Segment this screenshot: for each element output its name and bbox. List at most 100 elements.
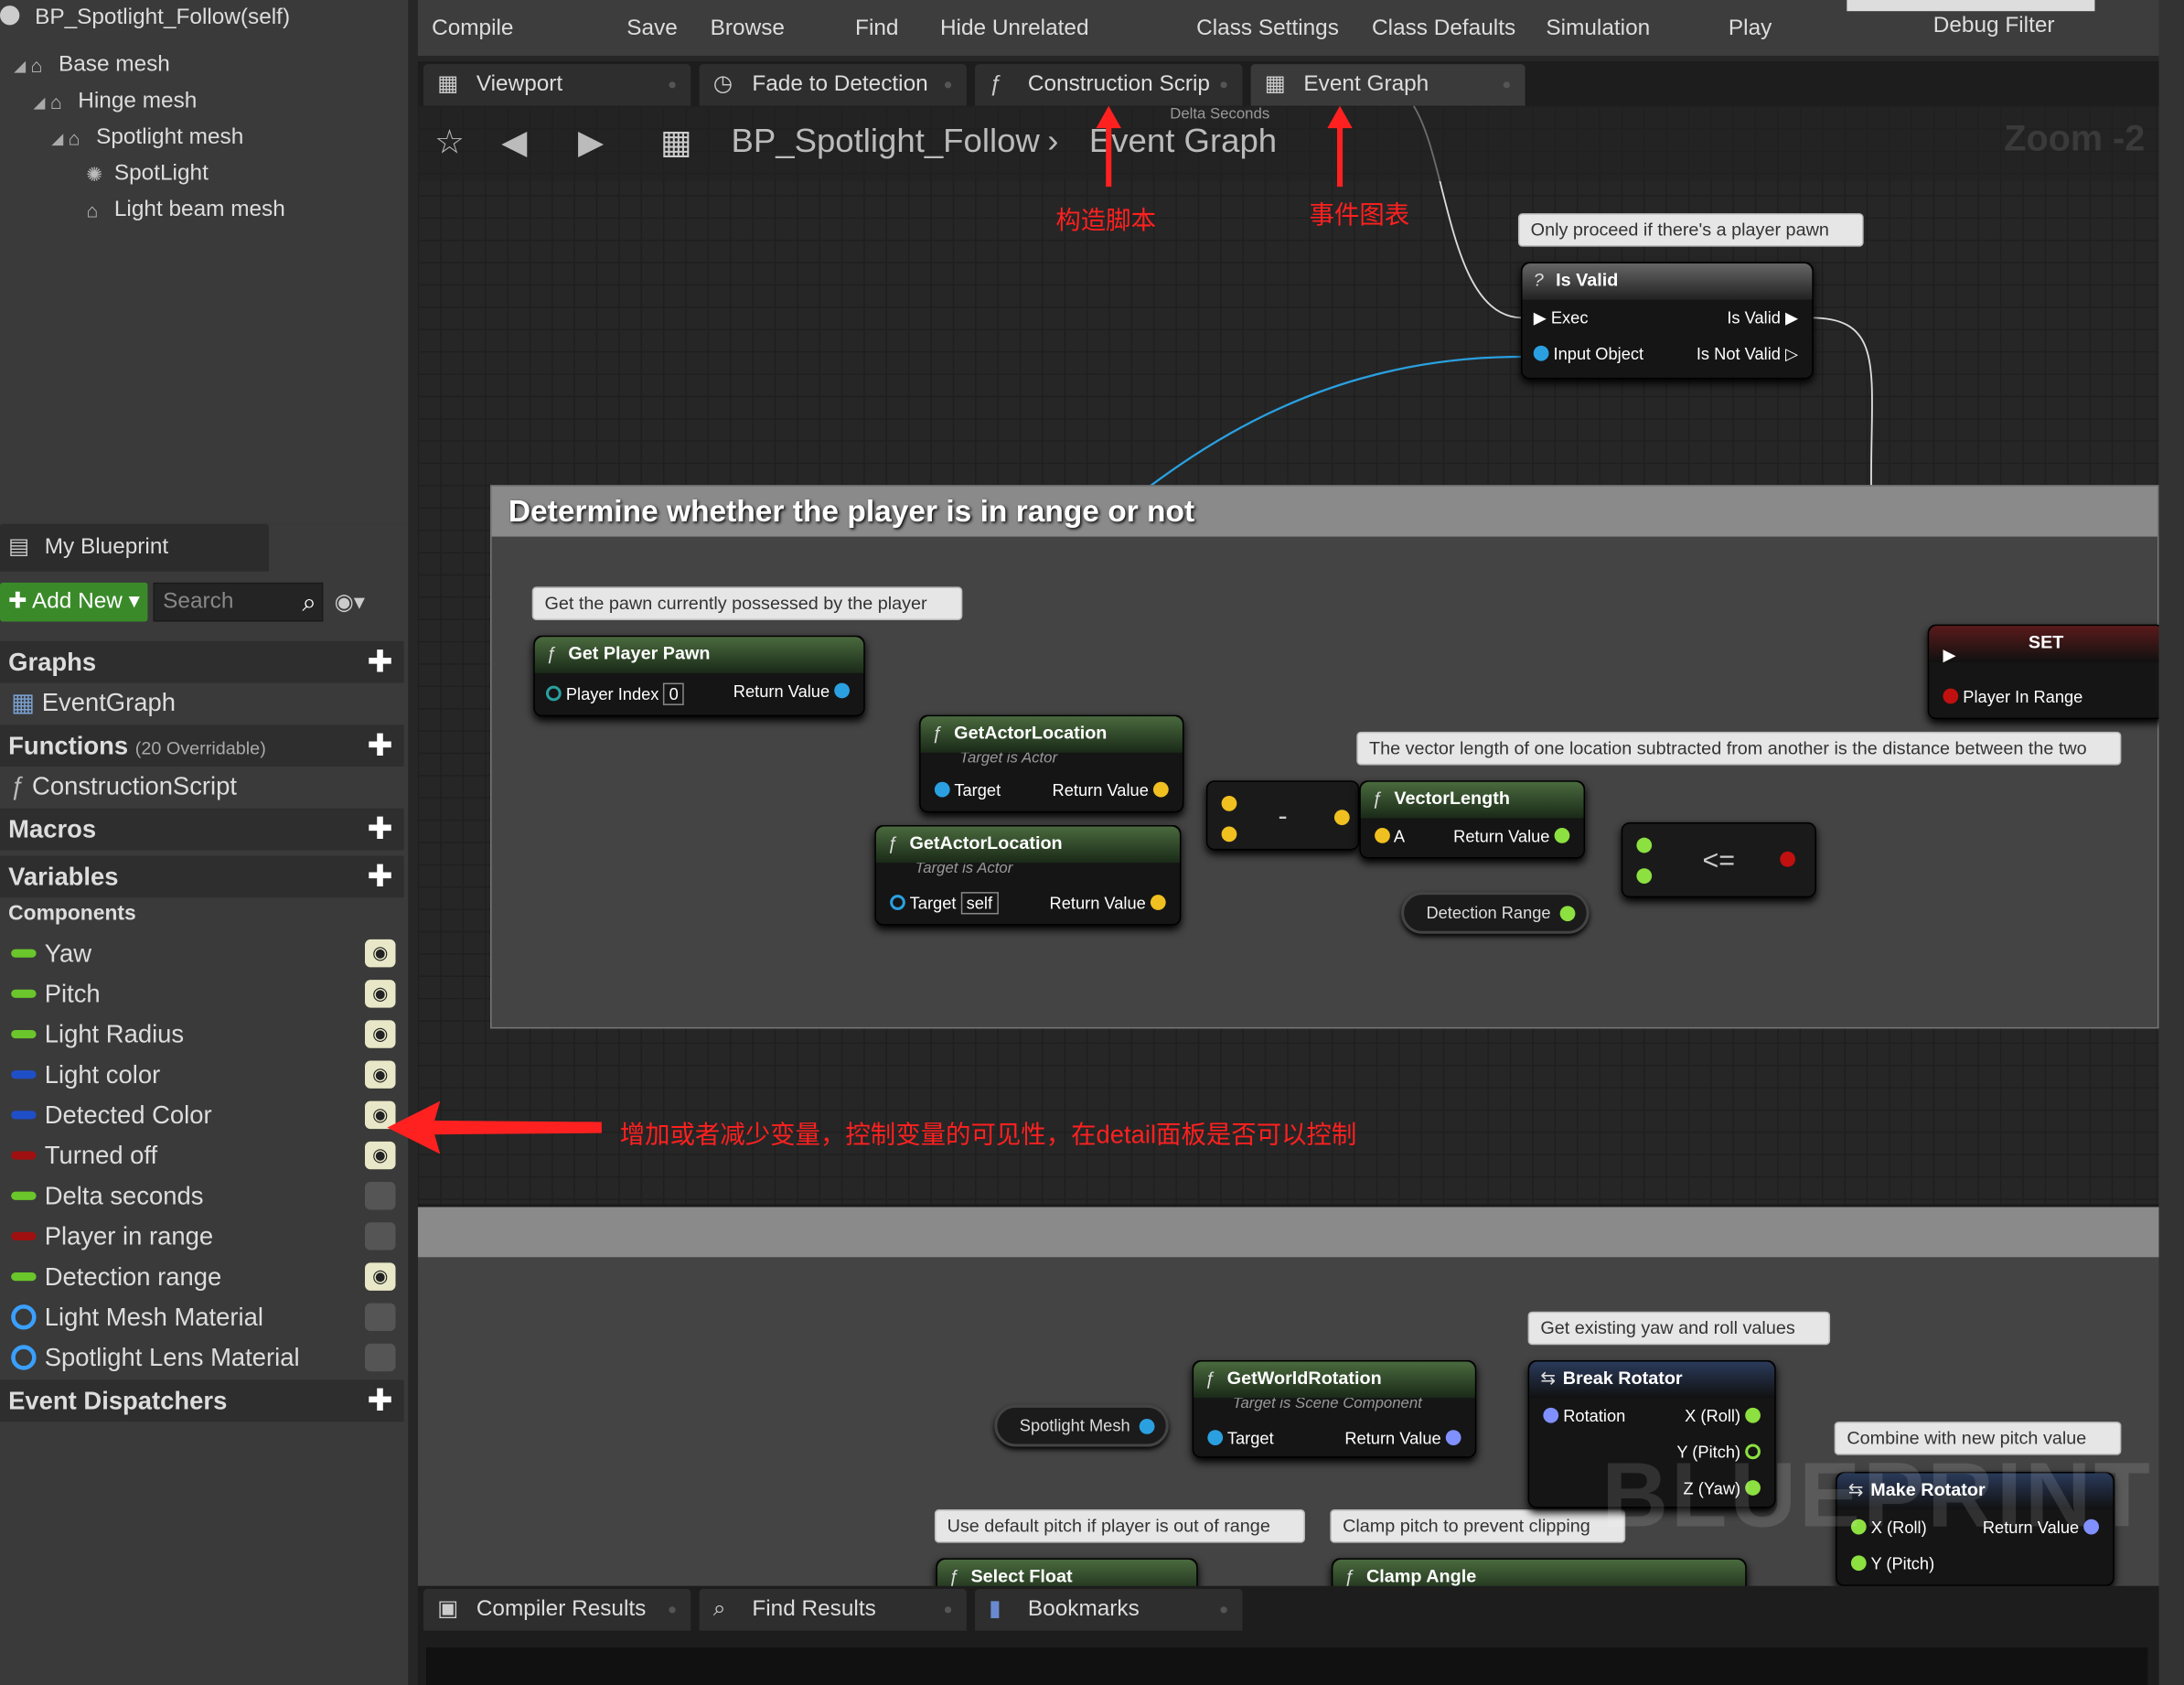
tab-find-results[interactable]: ⌕ Find Results ●	[699, 1588, 967, 1631]
find-button[interactable]: Find	[855, 16, 898, 41]
visibility-eye-icon[interactable]: ◉	[364, 1343, 396, 1372]
variable-item[interactable]: Light Mesh Material ◉	[0, 1297, 404, 1336]
add-variable-button[interactable]: ✚	[367, 855, 392, 897]
expand-icon[interactable]: ◢	[14, 51, 30, 82]
visibility-eye-icon[interactable]: ◉	[364, 939, 396, 968]
close-icon[interactable]: ●	[1219, 64, 1228, 106]
add-dispatcher-button[interactable]: ✚	[367, 1379, 392, 1422]
breadcrumb-blueprint[interactable]: BP_Spotlight_Follow	[732, 123, 1040, 162]
favorite-star-icon[interactable]: ☆	[434, 123, 465, 163]
close-icon[interactable]: ●	[944, 64, 953, 106]
variable-item[interactable]: Spotlight Lens Material ◉	[0, 1338, 404, 1378]
pin-target[interactable]: Target	[934, 780, 1001, 800]
class-settings-button[interactable]: Class Settings	[1196, 16, 1339, 41]
visibility-eye-icon[interactable]: ◉	[364, 1303, 396, 1332]
pin-return-value[interactable]: Return Value	[733, 682, 850, 701]
tab-compiler-results[interactable]: ▣ Compiler Results ●	[423, 1588, 691, 1631]
tree-item-spotlight-mesh[interactable]: ◢ ⌂ Spotlight mesh	[51, 123, 243, 154]
pin-player-in-range[interactable]: Player In Range	[1943, 687, 2082, 706]
pin-target[interactable]: Target self	[890, 892, 999, 915]
tree-item-spotlight[interactable]: ✺ SpotLight	[70, 159, 209, 190]
right-edge-scrollbar[interactable]	[2158, 0, 2184, 1685]
node-vector-length[interactable]: ƒ VectorLength A Return Value	[1359, 780, 1586, 859]
browse-button[interactable]: Browse	[711, 16, 785, 41]
var-spotlight-mesh[interactable]: Spotlight Mesh	[994, 1404, 1170, 1447]
close-icon[interactable]: ●	[1502, 64, 1511, 106]
variable-item[interactable]: Light color ◉	[0, 1055, 404, 1094]
close-icon[interactable]: ●	[668, 1589, 677, 1631]
tab-event-graph[interactable]: ▦ Event Graph ●	[1250, 64, 1526, 106]
pin-a[interactable]: A	[1375, 826, 1405, 846]
pin-exec[interactable]: ▶ Exec	[1534, 308, 1589, 327]
variable-item[interactable]: Detection range ◉	[0, 1257, 404, 1296]
components-category[interactable]: Components	[0, 895, 404, 934]
pin-y-pitch[interactable]: Y (Pitch)	[1850, 1554, 1934, 1573]
hide-unrelated-button[interactable]: Hide Unrelated	[940, 16, 1089, 41]
tab-construction-script[interactable]: ƒ Construction Scrip ●	[975, 64, 1243, 106]
class-defaults-button[interactable]: Class Defaults	[1372, 16, 1515, 41]
visibility-eye-icon[interactable]: ◉▾	[334, 588, 365, 616]
visibility-eye-icon[interactable]: ◉	[364, 1060, 396, 1089]
visibility-eye-icon[interactable]: ◉	[364, 980, 396, 1008]
variable-item[interactable]: Detected Color ◉	[0, 1096, 404, 1135]
tab-viewport[interactable]: ▦ Viewport ●	[423, 64, 691, 106]
add-graph-button[interactable]: ✚	[367, 641, 392, 683]
my-blueprint-tab[interactable]: ▤ My Blueprint	[0, 523, 269, 572]
close-icon[interactable]: ●	[668, 64, 677, 106]
pin-input-object[interactable]: Input Object	[1533, 344, 1643, 364]
expand-icon[interactable]: ◢	[51, 124, 68, 156]
function-item-constructionscript[interactable]: ƒ ConstructionScript	[0, 767, 404, 806]
debug-filter-dropdown[interactable]	[1847, 0, 2095, 12]
var-detection-range[interactable]: Detection Range	[1401, 892, 1590, 934]
add-new-button[interactable]: ✚ Add New ▾	[0, 582, 148, 622]
pin-x-roll[interactable]: X (Roll)	[1685, 1406, 1761, 1426]
add-function-button[interactable]: ✚	[367, 724, 392, 767]
pin-is-valid[interactable]: Is Valid ▶	[1727, 308, 1798, 327]
tab-fade-to-detection[interactable]: ◷ Fade to Detection ●	[699, 64, 967, 106]
node-less-equal[interactable]: <=	[1621, 821, 1816, 898]
pin-return-value[interactable]: Return Value	[1050, 894, 1166, 913]
play-button[interactable]: Play	[1729, 16, 1772, 41]
save-button[interactable]: Save	[626, 16, 678, 41]
graph-item-eventgraph[interactable]: ▦ EventGraph	[0, 683, 404, 723]
variable-item[interactable]: Yaw ◉	[0, 934, 404, 973]
forward-arrow-icon[interactable]: ▶	[578, 123, 604, 163]
components-title[interactable]: BP_Spotlight_Follow(self)	[0, 0, 408, 37]
close-icon[interactable]: ●	[1219, 1589, 1228, 1631]
node-get-player-pawn[interactable]: ƒ Get Player Pawn Player Index 0 Return V…	[533, 635, 865, 717]
variable-item[interactable]: Delta seconds ◉	[0, 1176, 404, 1216]
variables-section[interactable]: Variables ✚	[0, 855, 404, 898]
search-input[interactable]: Search ⌕	[153, 582, 324, 622]
pin-return-value[interactable]: Return Value	[1344, 1429, 1461, 1448]
pin-return-value[interactable]: Return Value	[1453, 826, 1570, 846]
compile-button[interactable]: Compile	[432, 16, 513, 41]
node-clamp-angle[interactable]: ƒ Clamp Angle	[1331, 1558, 1747, 1586]
functions-section[interactable]: Functions (20 Overridable) ✚	[0, 724, 404, 767]
visibility-eye-icon[interactable]: ◉	[364, 1222, 396, 1250]
node-is-valid[interactable]: ? Is Valid ▶ Exec Is Valid ▶ Input Object…	[1521, 262, 1814, 380]
node-get-world-rotation[interactable]: ƒ GetWorldRotation Target is Scene Compon…	[1192, 1360, 1477, 1458]
pin-return-value[interactable]: Return Value	[1053, 780, 1169, 800]
variable-item[interactable]: Player in range ◉	[0, 1217, 404, 1256]
macros-section[interactable]: Macros ✚	[0, 808, 404, 851]
variable-item[interactable]: Pitch ◉	[0, 974, 404, 1014]
close-icon[interactable]: ●	[944, 1589, 953, 1631]
add-macro-button[interactable]: ✚	[367, 809, 392, 851]
variable-item[interactable]: Light Radius ◉	[0, 1014, 404, 1054]
tab-bookmarks[interactable]: ▮ Bookmarks ●	[975, 1588, 1243, 1631]
tree-item-light-beam-mesh[interactable]: ⌂ Light beam mesh	[70, 195, 285, 226]
variable-item[interactable]: Turned off ◉	[0, 1136, 404, 1175]
event-graph-canvas[interactable]: ☆ ◀ ▶ ▦ BP_Spotlight_Follow › Event Grap…	[417, 105, 2159, 1586]
exec-pin-icon[interactable]: ▶	[1943, 645, 1955, 664]
node-set-player-in-range[interactable]: SET ▶ Player In Range	[1927, 624, 2159, 720]
tree-item-base-mesh[interactable]: ◢ ⌂ Base mesh	[14, 50, 170, 81]
tree-item-hinge-mesh[interactable]: ◢ ⌂ Hinge mesh	[34, 86, 198, 117]
event-dispatchers-section[interactable]: Event Dispatchers ✚	[0, 1379, 404, 1422]
pin-target[interactable]: Target	[1207, 1429, 1274, 1448]
visibility-eye-icon[interactable]: ◉	[364, 1182, 396, 1210]
back-arrow-icon[interactable]: ◀	[501, 123, 527, 163]
node-select-float[interactable]: ƒ Select Float	[936, 1558, 1198, 1586]
visibility-eye-icon[interactable]: ◉	[364, 1262, 396, 1291]
pin-is-not-valid[interactable]: Is Not Valid ▷	[1697, 344, 1798, 363]
graphs-section[interactable]: Graphs ✚	[0, 640, 404, 683]
